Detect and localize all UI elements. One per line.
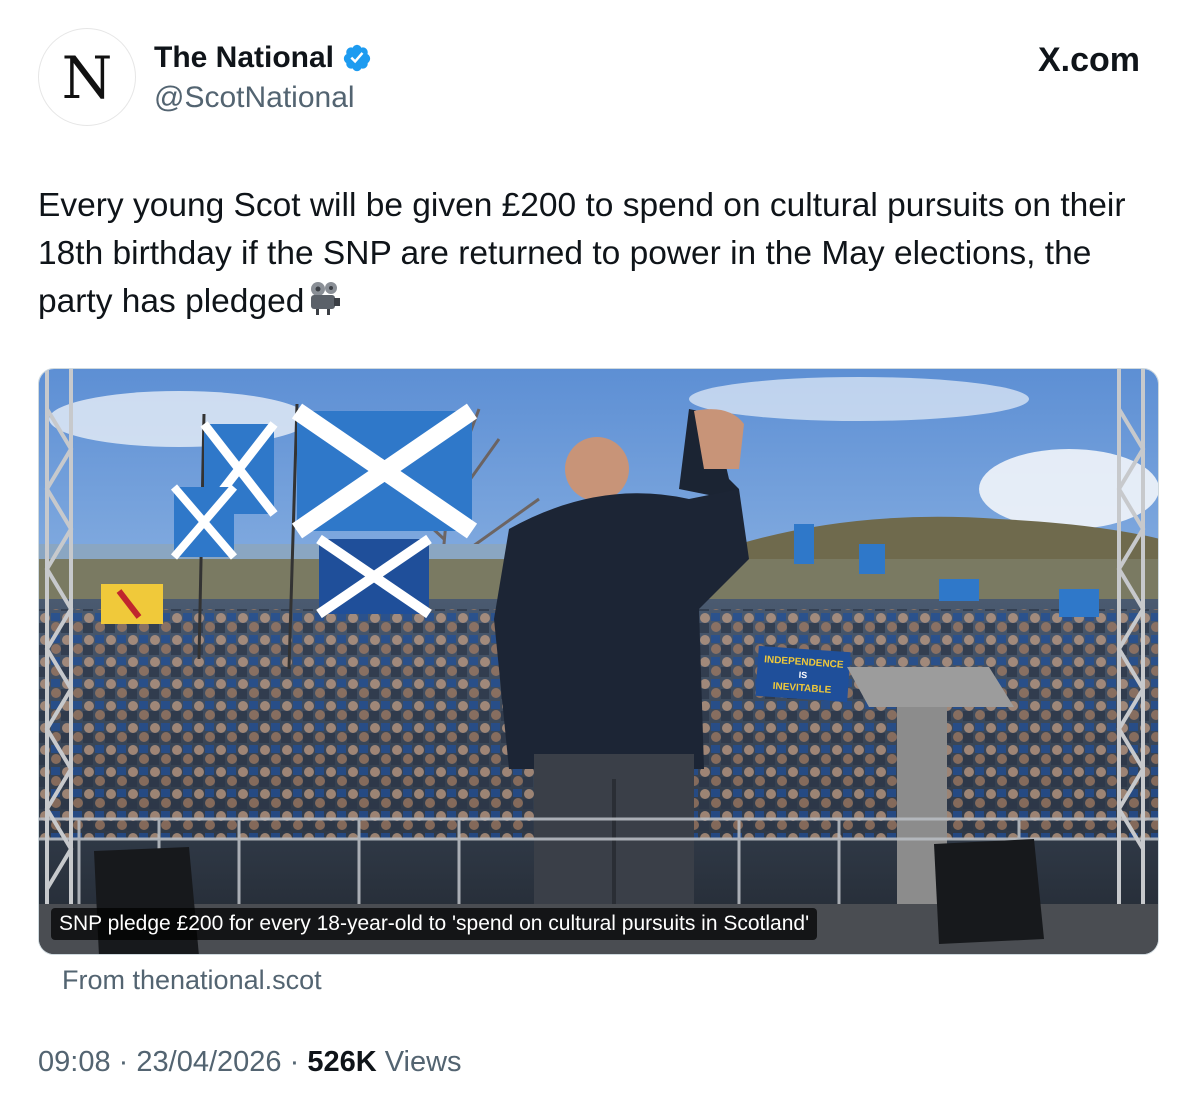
independence-banner: INDEPENDENCE IS INEVITABLE [755,645,851,703]
views-count[interactable]: 526K [307,1046,376,1078]
link-card-caption: SNP pledge £200 for every 18-year-old to… [51,908,818,940]
tweet-time[interactable]: 09:08 [38,1046,111,1078]
film-projector-icon [311,282,341,315]
avatar-logo-letter: N [61,44,113,112]
tweet-meta: 09:08 · 23/04/2026 · 526K Views [38,1042,462,1082]
tweet-date[interactable]: 23/04/2026 [136,1046,281,1078]
link-source[interactable]: From thenational.scot [62,962,322,998]
verified-badge-icon [343,44,371,72]
tweet-text: Every young Scot will be given £200 to s… [38,182,1148,326]
author-avatar[interactable]: N [38,28,136,126]
meta-separator: · [118,1046,129,1078]
x-com-brand: X.com [1037,41,1140,79]
author-name-row: The National [154,38,372,78]
views-label: Views [384,1046,462,1078]
author-display-name[interactable]: The National [154,38,334,78]
link-preview-card[interactable]: INDEPENDENCE IS INEVITABLE SNP pledge £2… [38,368,1159,955]
rally-photo: INDEPENDENCE IS INEVITABLE [39,369,1158,954]
tweet-body: Every young Scot will be given £200 to s… [38,187,1126,320]
author-handle[interactable]: @ScotNational [154,78,355,118]
meta-separator: · [289,1046,300,1078]
svg-text:IS: IS [798,670,807,681]
